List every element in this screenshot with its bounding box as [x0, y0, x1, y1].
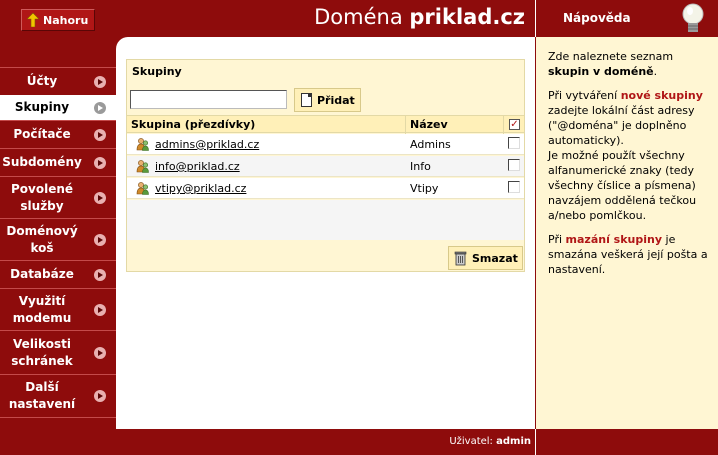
page-title: Doména priklad.cz [314, 5, 525, 29]
sidebar-item-vyuziti-modemu[interactable]: Využití modemu [0, 288, 116, 330]
help-text: Při [548, 233, 563, 246]
help-text: Zde naleznete seznam [548, 50, 674, 63]
add-button[interactable]: Přidat [294, 88, 361, 112]
help-header: Nápověda [535, 0, 718, 37]
help-text-bold: skupin v doméně [548, 65, 654, 78]
footer: Uživatel: admin [0, 429, 718, 455]
sidebar-item-label: Subdomény [2, 155, 82, 169]
arrow-right-icon [94, 128, 106, 141]
delete-button[interactable]: Smazat [448, 246, 523, 270]
column-header-group: Skupina (přezdívky) [131, 118, 256, 131]
group-name: Admins [410, 138, 451, 151]
help-text: zadejte lokální část adresy ("@doména" j… [548, 104, 695, 147]
arrow-right-icon [94, 303, 106, 316]
help-title: Nápověda [563, 11, 631, 25]
add-button-label: Přidat [317, 93, 355, 107]
help-text-highlight: nové skupiny [620, 89, 703, 102]
user-group-icon [136, 138, 149, 151]
column-divider [405, 116, 406, 134]
panel-title: Skupiny [132, 65, 182, 78]
column-header-name: Název [410, 118, 448, 131]
sidebar-item-label: Využití modemu [12, 293, 72, 325]
trash-icon [454, 251, 467, 265]
arrow-right-icon [94, 346, 106, 359]
footer-divider [535, 429, 536, 455]
new-document-icon [301, 93, 312, 107]
row-checkbox[interactable] [508, 181, 520, 193]
sidebar-item-label: Skupiny [14, 100, 70, 114]
sidebar-item-label: Další nastavení [8, 380, 76, 411]
row-checkbox[interactable] [508, 137, 520, 149]
sidebar-item-dalsi-nastaveni[interactable]: Další nastavení [0, 374, 116, 418]
help-paragraph-1: Zde naleznete seznam skupin v doméně. [548, 49, 710, 79]
arrow-right-icon [94, 75, 106, 88]
arrow-right-icon [94, 233, 106, 246]
arrow-right-icon [94, 156, 106, 169]
current-user: Uživatel: admin [449, 436, 531, 447]
sidebar-item-subdomeny[interactable]: Subdomény [0, 148, 116, 176]
sidebar-item-povolene-sluzby[interactable]: Povolené služby [0, 176, 116, 218]
up-button-label: Nahoru [43, 13, 89, 27]
row-checkbox[interactable] [508, 159, 520, 171]
table-row: admins@priklad.cz Admins [127, 134, 524, 155]
sidebar-corner [116, 37, 128, 57]
arrow-right-icon [94, 101, 106, 114]
sidebar-item-label: Povolené služby [10, 181, 74, 213]
up-button[interactable]: Nahoru [21, 9, 95, 31]
sidebar-item-label: Databáze [10, 267, 74, 281]
user-group-icon [136, 182, 149, 195]
sidebar-item-label: Počítače [13, 127, 71, 141]
arrow-right-icon [94, 191, 106, 204]
select-all-checkbox[interactable]: ✓ [509, 119, 520, 130]
delete-button-label: Smazat [472, 251, 518, 265]
user-group-icon [136, 160, 149, 173]
sidebar-item-skupiny[interactable]: Skupiny [0, 95, 116, 120]
group-link[interactable]: admins@priklad.cz [155, 138, 259, 151]
sidebar-item-databaze[interactable]: Databáze [0, 260, 116, 288]
page-title-prefix: Doména [314, 5, 403, 29]
groups-panel: Skupiny Přidat Skupina (přezdívky) Název… [126, 59, 525, 272]
arrow-up-icon [27, 13, 39, 27]
column-divider [503, 116, 504, 134]
group-link[interactable]: info@priklad.cz [155, 160, 240, 173]
user-name: admin [496, 436, 531, 447]
help-text: Při vytváření [548, 89, 618, 102]
arrow-right-icon [94, 268, 106, 281]
lightbulb-icon [682, 3, 704, 32]
header-bar: Nahoru Doména priklad.cz [0, 0, 535, 37]
user-label: Uživatel: [449, 436, 493, 447]
help-text: Je možné použít všechny alfanumerické zn… [548, 149, 697, 222]
help-paragraph-2: Při vytváření nové skupiny zadejte lokál… [548, 88, 710, 223]
table-row: vtipy@priklad.cz Vtipy [127, 178, 524, 199]
table-header: Skupina (přezdívky) Název ✓ [127, 115, 524, 134]
sidebar-item-pocitace[interactable]: Počítače [0, 120, 116, 148]
sidebar-item-label: Doménový koš [6, 223, 78, 255]
sidebar-item-domenovy-kos[interactable]: Doménový koš [0, 218, 116, 260]
help-paragraph-3: Při mazání skupiny je smazána veškerá je… [548, 232, 710, 277]
page-title-domain: priklad.cz [409, 5, 525, 29]
sidebar-item-ucty[interactable]: Účty [0, 67, 116, 95]
help-text: . [653, 65, 658, 78]
new-group-input[interactable] [130, 90, 287, 109]
help-panel: Zde naleznete seznam skupin v doméně. Př… [535, 37, 718, 429]
table-row: info@priklad.cz Info [127, 156, 524, 177]
table-row-empty [127, 200, 524, 220]
sidebar-item-velikosti-schranek[interactable]: Velikosti schránek [0, 330, 116, 374]
help-text-highlight: mazání skupiny [565, 233, 663, 246]
arrow-right-icon [94, 390, 106, 402]
group-name: Info [410, 160, 431, 173]
group-name: Vtipy [410, 182, 439, 195]
group-link[interactable]: vtipy@priklad.cz [155, 182, 246, 195]
sidebar-item-label: Účty [26, 74, 58, 88]
sidebar-item-label: Velikosti schránek [11, 336, 73, 368]
table-row-empty [127, 220, 524, 240]
